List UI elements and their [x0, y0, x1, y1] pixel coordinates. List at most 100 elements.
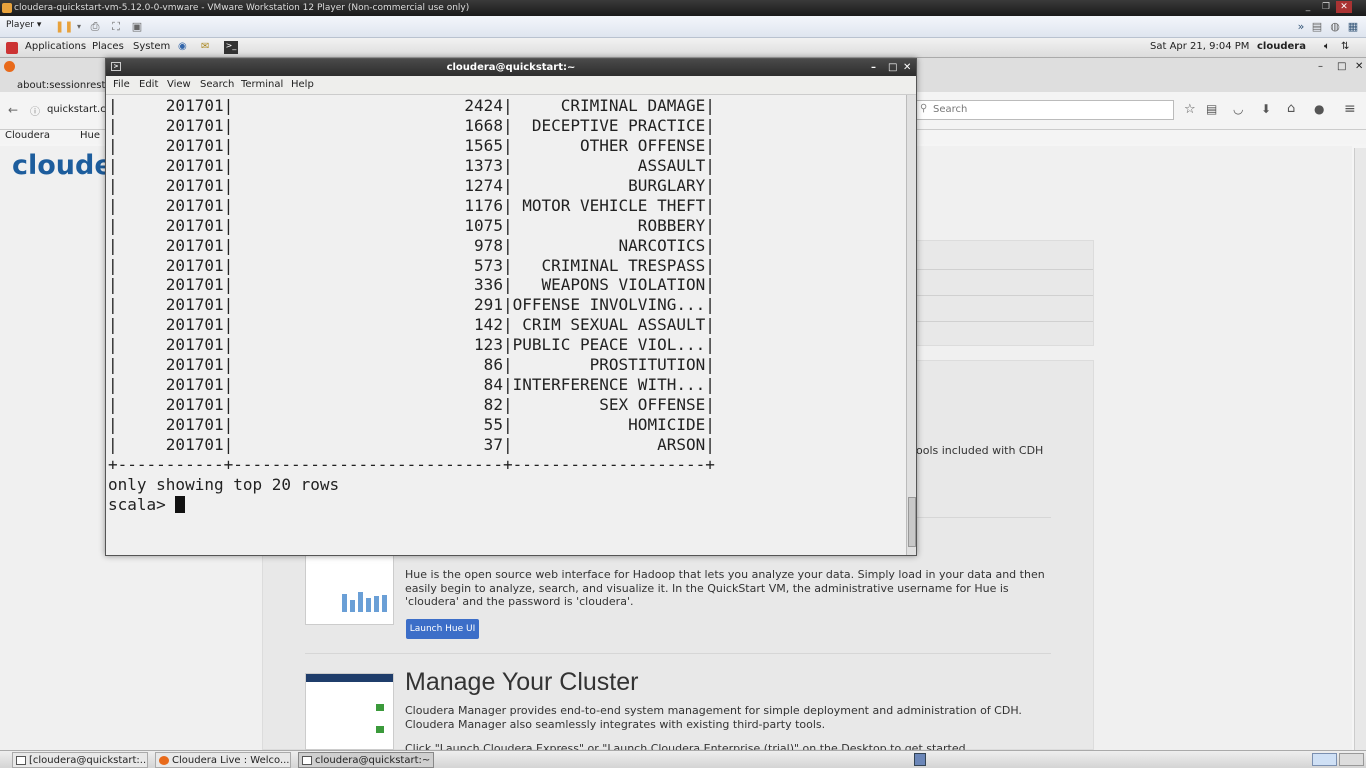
search-input[interactable]: Search: [916, 100, 1174, 120]
download-icon[interactable]: ⬇: [1261, 102, 1271, 116]
user-name[interactable]: cloudera: [1257, 41, 1306, 52]
terminal-line: | 201701| 86| PROSTITUTION|: [108, 355, 715, 375]
pause-icon[interactable]: ❚❚: [55, 20, 73, 33]
menu-search[interactable]: Search: [200, 79, 234, 90]
task-label: Cloudera Live : Welco...: [172, 755, 290, 766]
terminal-line: | 201701| 978| NARCOTICS|: [108, 235, 715, 255]
terminal-output[interactable]: | 201701| 2424| CRIMINAL DAMAGE| | 201701…: [108, 95, 906, 555]
divider: [305, 653, 1051, 654]
menu-edit[interactable]: Edit: [139, 79, 158, 90]
tools-text: ools included with CDH: [916, 444, 1044, 457]
fullscreen-icon[interactable]: ⛶: [109, 20, 123, 33]
mail-icon[interactable]: ✉: [201, 41, 209, 52]
search-icon: ⚲: [920, 103, 928, 114]
vmware-icon: [2, 3, 12, 13]
bookmark-cloudera[interactable]: Cloudera: [5, 130, 50, 141]
vm-title-bar: cloudera-quickstart-vm-5.12.0-0-vmware -…: [0, 0, 1366, 16]
vm-toolbar: Player ▾ ❚❚ ▾ ⎙ ⛶ ▣ » ▤ ◍ ▦: [0, 16, 1366, 38]
terminal-icon: >: [111, 62, 121, 71]
terminal-line: | 201701| 1176| MOTOR VEHICLE THEFT|: [108, 195, 715, 215]
minimize-icon[interactable]: _: [1300, 1, 1316, 13]
network-icon[interactable]: ⇅: [1341, 41, 1349, 52]
terminal-line: | 201701| 291|OFFENSE INVOLVING...|: [108, 295, 715, 315]
chat-icon[interactable]: ●: [1314, 102, 1324, 116]
terminal-line: | 201701| 1274| BURGLARY|: [108, 175, 715, 195]
menu-places[interactable]: Places: [92, 41, 124, 52]
menu-icon[interactable]: ≡: [1344, 101, 1356, 117]
terminal-line: | 201701| 1668| DECEPTIVE PRACTICE|: [108, 115, 715, 135]
terminal-line: | 201701| 1075| ROBBERY|: [108, 215, 715, 235]
tab-session-restore[interactable]: about:sessionresto: [17, 80, 112, 91]
terminal-scrollbar-thumb[interactable]: [908, 497, 916, 547]
globe-icon[interactable]: ◉: [178, 41, 187, 52]
terminal-line: only showing top 20 rows: [108, 474, 340, 494]
maximize-icon[interactable]: □: [1337, 61, 1346, 72]
terminal-menu-bar: File Edit View Search Terminal Help: [106, 76, 916, 95]
firefox-icon: [159, 756, 169, 765]
terminal-launcher-icon[interactable]: >_: [224, 41, 238, 54]
maximize-icon[interactable]: □: [888, 59, 897, 76]
reading-list-icon[interactable]: ▤: [1206, 102, 1217, 116]
menu-file[interactable]: File: [113, 79, 130, 90]
close-icon[interactable]: ✕: [1336, 1, 1352, 13]
close-icon[interactable]: ✕: [903, 59, 911, 76]
terminal-title-bar[interactable]: > cloudera@quickstart:~ – □ ✕: [106, 59, 916, 76]
menu-applications[interactable]: Applications: [25, 41, 86, 52]
task-terminal-1[interactable]: [cloudera@quickstart:...: [12, 752, 148, 768]
vm-window-title: cloudera-quickstart-vm-5.12.0-0-vmware -…: [14, 3, 470, 13]
chevron-down-icon[interactable]: ▾: [72, 20, 86, 33]
terminal-line: | 201701| 336| WEAPONS VIOLATION|: [108, 275, 715, 295]
terminal-scrollbar[interactable]: [906, 95, 916, 555]
terminal-prompt: scala>: [108, 494, 176, 514]
terminal-line: | 201701| 84|INTERFERENCE WITH...|: [108, 375, 715, 395]
workspace-2[interactable]: [1339, 753, 1364, 766]
minimize-icon[interactable]: –: [871, 59, 876, 76]
task-firefox[interactable]: Cloudera Live : Welco...: [155, 752, 291, 768]
terminal-line: | 201701| 37| ARSON|: [108, 434, 715, 454]
bookmark-hue[interactable]: Hue: [80, 130, 100, 141]
menu-help[interactable]: Help: [291, 79, 314, 90]
restore-icon[interactable]: ❐: [1318, 1, 1334, 13]
task-terminal-2[interactable]: cloudera@quickstart:~: [298, 752, 434, 768]
trash-icon[interactable]: [914, 753, 926, 766]
star-icon[interactable]: ☆: [1184, 102, 1196, 117]
terminal-line: | 201701| 142| CRIM SEXUAL ASSAULT|: [108, 315, 715, 335]
menu-terminal[interactable]: Terminal: [241, 79, 283, 90]
terminal-cursor: [175, 495, 186, 513]
device-printer-icon[interactable]: ▤: [1310, 20, 1324, 33]
close-icon[interactable]: ✕: [1355, 61, 1363, 72]
terminal-icon: [16, 756, 26, 765]
info-icon[interactable]: ⓘ: [30, 103, 40, 118]
back-icon[interactable]: ←: [8, 103, 18, 117]
send-keys-icon[interactable]: ⎙: [88, 20, 102, 33]
launch-hue-button[interactable]: Launch Hue UI: [406, 619, 479, 639]
device-display-icon[interactable]: ▦: [1346, 20, 1360, 33]
task-label: [cloudera@quickstart:...: [29, 755, 148, 766]
cloudera-logo: cloude: [12, 150, 113, 181]
workspace-1[interactable]: [1312, 753, 1337, 766]
volume-icon[interactable]: 🔈︎: [1324, 41, 1330, 52]
minimize-icon[interactable]: –: [1318, 61, 1323, 72]
info-panel: [916, 240, 1094, 346]
terminal-window[interactable]: > cloudera@quickstart:~ – □ ✕ File Edit …: [105, 58, 917, 556]
hue-thumbnail: [305, 555, 394, 625]
chevrons-right-icon[interactable]: »: [1294, 20, 1308, 33]
terminal-line: | 201701| 573| CRIMINAL TRESPASS|: [108, 255, 715, 275]
pocket-icon[interactable]: ◡: [1233, 102, 1243, 116]
terminal-line: | 201701| 82| SEX OFFENSE|: [108, 395, 715, 415]
device-network-icon[interactable]: ◍: [1328, 20, 1342, 33]
url-field[interactable]: quickstart.cl: [47, 104, 109, 115]
terminal-line: | 201701| 1373| ASSAULT|: [108, 155, 715, 175]
player-menu-button[interactable]: Player ▾: [6, 20, 41, 30]
clock[interactable]: Sat Apr 21, 9:04 PM: [1150, 41, 1249, 52]
unity-icon[interactable]: ▣: [130, 20, 144, 33]
terminal-prompt-line[interactable]: scala>: [108, 495, 906, 515]
page-scrollbar[interactable]: [1354, 148, 1366, 750]
terminal-title: cloudera@quickstart:~: [446, 62, 576, 73]
menu-view[interactable]: View: [167, 79, 191, 90]
home-icon[interactable]: ⌂: [1287, 101, 1295, 116]
manager-thumbnail: [305, 673, 394, 750]
task-label: cloudera@quickstart:~: [315, 755, 431, 766]
menu-system[interactable]: System: [133, 41, 170, 52]
manage-cluster-description: Cloudera Manager provides end-to-end sys…: [405, 704, 1022, 731]
